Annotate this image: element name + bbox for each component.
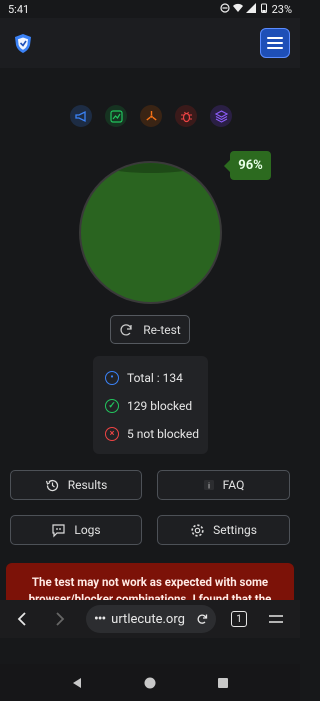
signal-icon	[245, 2, 256, 16]
system-navigation-bar	[0, 664, 300, 701]
browser-menu-icon[interactable]	[268, 613, 284, 625]
score-circle-unfilled	[101, 163, 201, 173]
shield-logo-icon[interactable]	[12, 32, 34, 54]
settings-button[interactable]: Settings	[157, 515, 290, 545]
hamburger-menu-icon	[267, 37, 283, 39]
back-arrow-icon[interactable]	[15, 611, 29, 627]
summary-not-blocked-row: × 5 not blocked	[105, 420, 208, 448]
top-app-bar	[0, 18, 300, 68]
check-circle-icon: ✓	[105, 399, 119, 413]
results-button[interactable]: Results	[10, 470, 142, 500]
results-summary: • Total : 134 ✓ 129 blocked × 5 not bloc…	[93, 356, 208, 454]
reload-icon[interactable]	[196, 613, 208, 625]
faq-button[interactable]: i FAQ	[157, 470, 290, 500]
logs-button[interactable]: Logs	[10, 515, 142, 545]
site-info-icon[interactable]: •••	[94, 611, 106, 627]
category-icon-row	[70, 105, 232, 127]
status-time: 5:41	[8, 2, 30, 16]
nav-recents-icon[interactable]	[217, 677, 229, 689]
battery-percent: 23%	[271, 2, 292, 16]
tab-count-button[interactable]: 1	[231, 611, 247, 627]
hamburger-menu-button[interactable]	[260, 28, 290, 58]
gear-icon	[191, 523, 204, 537]
info-square-icon: i	[203, 480, 214, 491]
svg-text:i: i	[208, 482, 210, 491]
retest-button[interactable]: Re-test	[110, 315, 190, 344]
x-circle-icon: ×	[105, 427, 119, 441]
info-icon: •	[105, 371, 119, 385]
dnd-icon	[219, 2, 230, 16]
score-circle	[79, 161, 222, 304]
forward-arrow-icon[interactable]	[53, 611, 67, 627]
score-percent-badge: 96%	[224, 151, 271, 180]
message-alert-icon	[52, 523, 65, 537]
summary-total-row: • Total : 134	[105, 364, 208, 392]
battery-icon	[259, 3, 269, 16]
chart-icon[interactable]	[105, 105, 127, 127]
nav-home-icon[interactable]	[144, 677, 156, 689]
summary-blocked-row: ✓ 129 blocked	[105, 392, 208, 420]
url-text: urtlecute.org	[111, 611, 185, 627]
browser-toolbar: ••• urtlecute.org 1	[0, 600, 300, 638]
bug-icon[interactable]	[175, 105, 197, 127]
url-bar[interactable]: ••• urtlecute.org	[86, 605, 216, 633]
nav-back-icon[interactable]	[71, 677, 83, 689]
refresh-icon	[120, 323, 132, 335]
layers-icon[interactable]	[210, 105, 232, 127]
megaphone-icon[interactable]	[70, 105, 92, 127]
status-bar: 5:41 23%	[0, 0, 300, 18]
wifi-icon	[232, 3, 243, 16]
fan-icon[interactable]	[140, 105, 162, 127]
history-icon	[45, 479, 58, 491]
retest-label: Re-test	[143, 322, 181, 337]
